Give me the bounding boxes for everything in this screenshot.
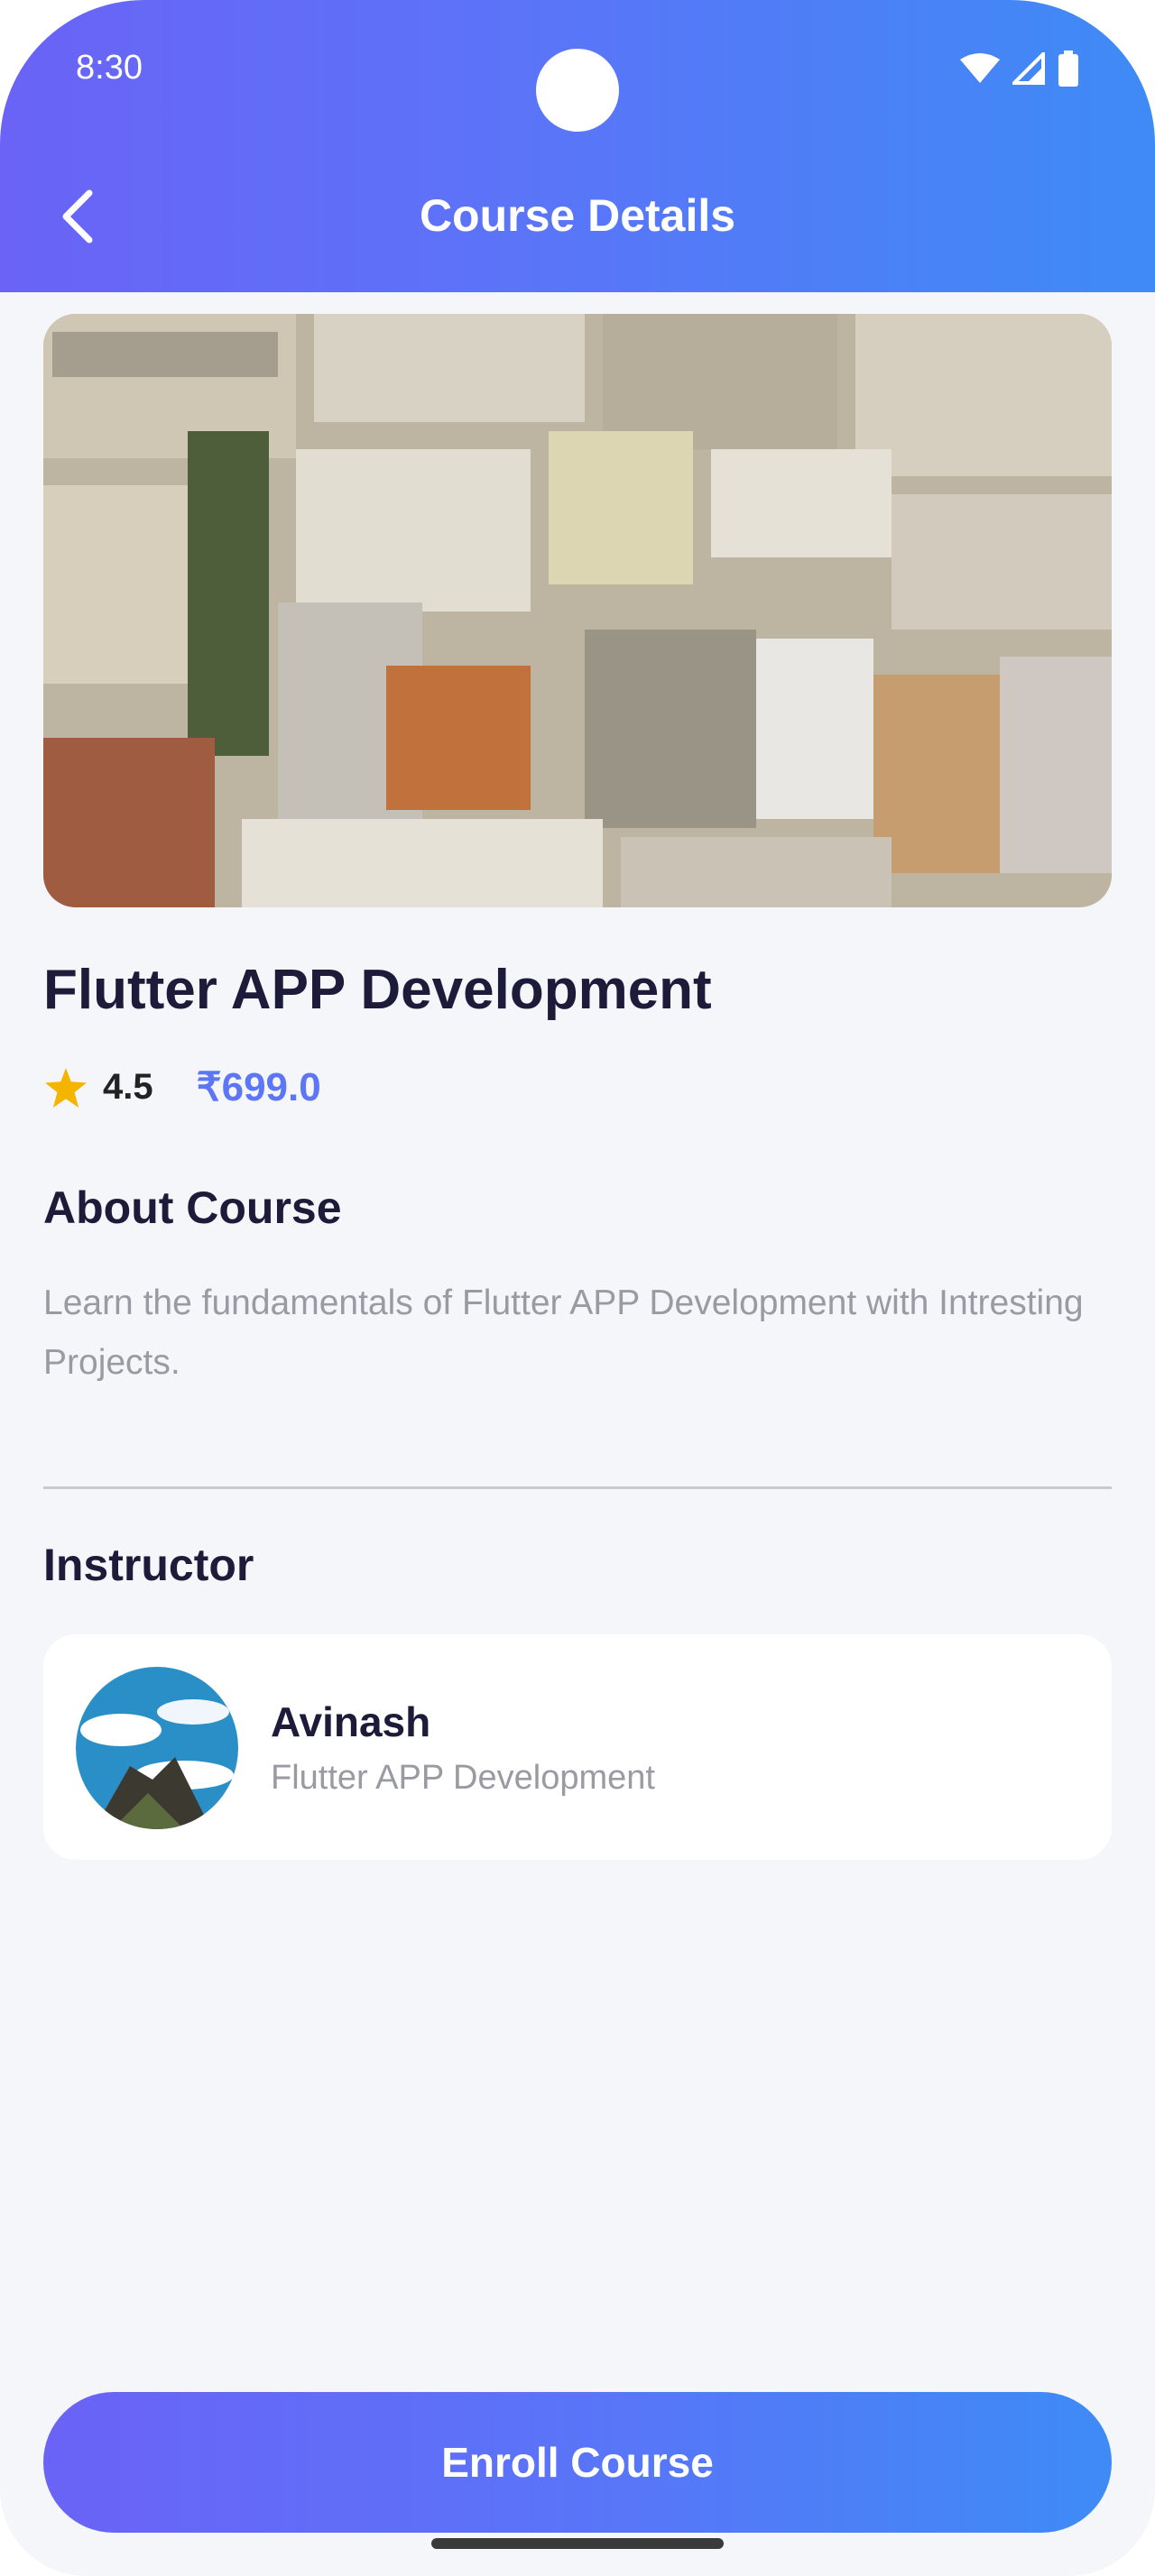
enroll-button[interactable]: Enroll Course bbox=[43, 2392, 1112, 2533]
rating-row: 4.5 ₹699.0 bbox=[45, 1064, 321, 1110]
instructor-card[interactable]: Avinash Flutter APP Development bbox=[43, 1634, 1112, 1860]
city-rooftops-image bbox=[43, 314, 1112, 907]
section-divider bbox=[43, 1486, 1112, 1489]
page-title: Course Details bbox=[419, 190, 736, 241]
home-indicator[interactable] bbox=[431, 2538, 724, 2549]
app-screen: 8:30 Course Details Flutter APP Developm… bbox=[0, 0, 1155, 2576]
instructor-subtitle: Flutter APP Development bbox=[271, 1759, 655, 1797]
avatar bbox=[76, 1667, 238, 1829]
course-title: Flutter APP Development bbox=[43, 959, 712, 1021]
status-icons bbox=[960, 51, 1079, 87]
wifi-icon bbox=[960, 53, 1000, 83]
cellular-icon bbox=[1012, 52, 1045, 85]
course-image bbox=[43, 314, 1112, 907]
rating-value: 4.5 bbox=[103, 1067, 153, 1107]
instructor-name: Avinash bbox=[271, 1698, 431, 1745]
app-header: 8:30 Course Details bbox=[0, 0, 1155, 292]
instructor-heading: Instructor bbox=[43, 1540, 254, 1590]
about-text: Learn the fundamentals of Flutter APP De… bbox=[43, 1283, 1084, 1382]
battery-icon bbox=[1058, 51, 1078, 87]
course-price: ₹699.0 bbox=[196, 1065, 321, 1109]
star-icon bbox=[45, 1067, 87, 1108]
status-time: 8:30 bbox=[76, 49, 143, 87]
about-heading: About Course bbox=[43, 1182, 342, 1233]
avatar-image bbox=[76, 1667, 238, 1829]
camera-cutout bbox=[536, 49, 619, 132]
